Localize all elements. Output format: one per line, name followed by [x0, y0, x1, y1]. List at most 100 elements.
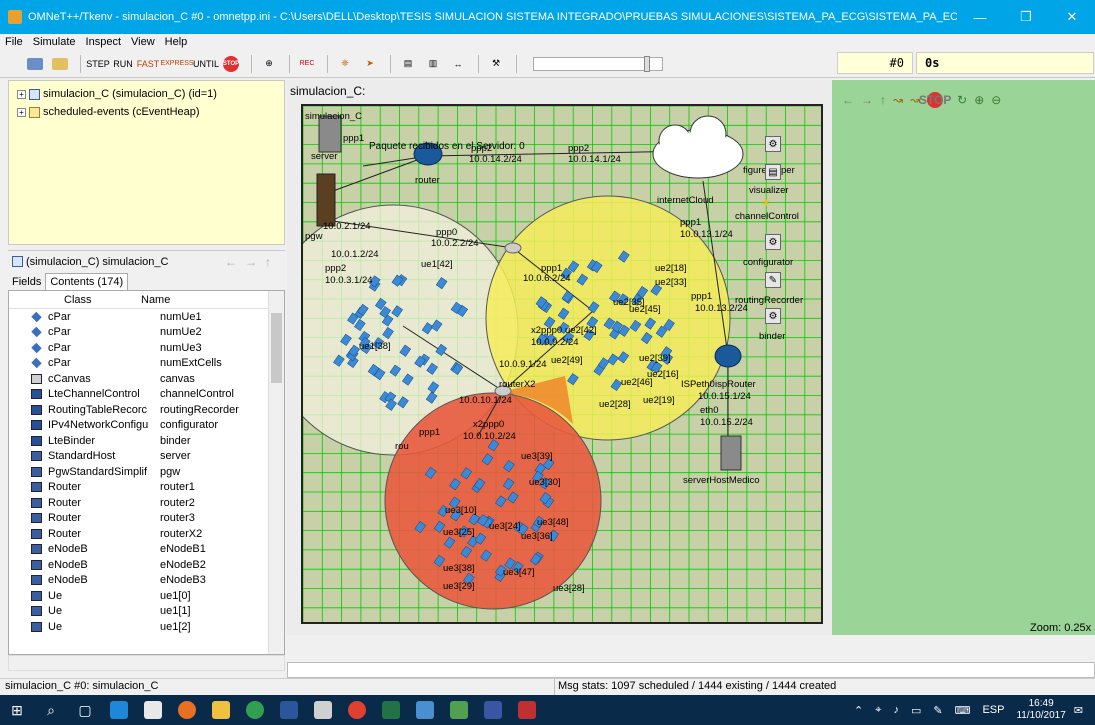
- record-button[interactable]: REC: [296, 54, 318, 74]
- app-2-icon[interactable]: [442, 695, 476, 725]
- slider-knob[interactable]: [644, 55, 650, 72]
- load-ned-button[interactable]: [49, 54, 71, 74]
- table-row[interactable]: RoutingTableRecorc routingRecorder: [9, 402, 284, 418]
- scroll-thumb[interactable]: [271, 313, 282, 383]
- timeline-button[interactable]: ↔: [447, 54, 469, 74]
- windows-start-icon[interactable]: ⊞: [0, 695, 34, 725]
- column-name[interactable]: Name: [141, 294, 170, 306]
- menu-inspect[interactable]: Inspect: [86, 36, 121, 48]
- store-icon[interactable]: [136, 695, 170, 725]
- table-row[interactable]: StandardHost server: [9, 449, 284, 465]
- run-button[interactable]: RUN: [112, 54, 134, 74]
- table-row[interactable]: PgwStandardSimplif pgw: [9, 464, 284, 480]
- visualizer-icon[interactable]: ▤: [765, 164, 781, 180]
- file-explorer-icon[interactable]: [204, 695, 238, 725]
- log-output[interactable]: [287, 662, 1095, 678]
- forward-icon[interactable]: →: [861, 93, 873, 107]
- isp-router-icon[interactable]: [714, 344, 742, 368]
- volume-icon[interactable]: ♪: [893, 704, 899, 716]
- tab-contents[interactable]: Contents (174): [45, 273, 129, 290]
- animation-speed-slider[interactable]: [533, 55, 663, 72]
- channel-control-icon[interactable]: ✶: [761, 197, 771, 209]
- table-row[interactable]: cCanvas canvas: [9, 371, 284, 387]
- until-button[interactable]: UNTIL: [193, 54, 219, 74]
- back-icon[interactable]: ←: [842, 93, 854, 107]
- tree-item[interactable]: + scheduled-events (cEventHeap): [17, 103, 284, 121]
- network-tray-icon[interactable]: ⌖: [875, 704, 881, 717]
- table-row[interactable]: cPar numExtCells: [9, 356, 284, 372]
- column-class[interactable]: Class: [64, 294, 141, 306]
- table-row[interactable]: cPar numUe3: [9, 340, 284, 356]
- table-row[interactable]: cPar numUe2: [9, 325, 284, 341]
- chrome-icon[interactable]: [238, 695, 272, 725]
- expand-icon[interactable]: +: [17, 89, 26, 99]
- table-row[interactable]: Router router3: [9, 511, 284, 527]
- network-view[interactable]: simulacion_C Paquete recibidos en el Ser…: [301, 104, 823, 624]
- stop-icon[interactable]: STOP: [919, 92, 951, 108]
- fast-button[interactable]: FAST: [137, 54, 160, 74]
- inspect-network-button[interactable]: ❈: [334, 54, 356, 74]
- configurator-icon[interactable]: ⚙: [765, 234, 781, 250]
- app-icon[interactable]: [408, 695, 442, 725]
- excel-icon[interactable]: [374, 695, 408, 725]
- pgw-icon[interactable]: [316, 173, 336, 227]
- menu-view[interactable]: View: [131, 36, 155, 48]
- pen-icon[interactable]: ✎: [933, 704, 942, 717]
- minimize-button[interactable]: —: [957, 10, 1003, 25]
- notifications-icon[interactable]: ✉: [1074, 704, 1083, 717]
- binder-icon[interactable]: ⚙: [765, 308, 781, 324]
- figure-helper-icon[interactable]: ⚙: [765, 136, 781, 152]
- app-3-icon[interactable]: [510, 695, 544, 725]
- up-icon[interactable]: ↑: [880, 93, 886, 107]
- medico-server-icon[interactable]: [720, 435, 742, 471]
- router1-icon[interactable]: [504, 242, 522, 254]
- inspect-messages-button[interactable]: ➤: [359, 54, 381, 74]
- table-row[interactable]: LteChannelControl channelControl: [9, 387, 284, 403]
- keyboard-icon[interactable]: ⌨: [955, 704, 971, 717]
- table-row[interactable]: Router router1: [9, 480, 284, 496]
- table-row[interactable]: Router routerX2: [9, 526, 284, 542]
- word-icon[interactable]: [272, 695, 306, 725]
- table-row[interactable]: eNodeB eNodeB1: [9, 542, 284, 558]
- horizontal-scrollbar[interactable]: [8, 655, 285, 671]
- menu-help[interactable]: Help: [165, 36, 188, 48]
- express-button[interactable]: EXPRESS: [160, 54, 193, 74]
- task-view-icon[interactable]: ▢: [68, 695, 102, 725]
- edge-icon[interactable]: [102, 695, 136, 725]
- onedrive-icon[interactable]: [306, 695, 340, 725]
- table-row[interactable]: eNodeB eNodeB3: [9, 573, 284, 589]
- step-icon[interactable]: ↝: [893, 93, 903, 107]
- find-button[interactable]: ⊕: [258, 54, 280, 74]
- table-row[interactable]: LteBinder binder: [9, 433, 284, 449]
- visio-icon[interactable]: [476, 695, 510, 725]
- layout-vertical-button[interactable]: ▥: [422, 54, 444, 74]
- table-row[interactable]: Ue ue1[1]: [9, 604, 284, 620]
- firefox-icon[interactable]: [170, 695, 204, 725]
- chrome-2-icon[interactable]: [340, 695, 374, 725]
- table-row[interactable]: Router router2: [9, 495, 284, 511]
- table-row[interactable]: IPv4NetworkConfigu configurator: [9, 418, 284, 434]
- battery-icon[interactable]: ▭: [911, 704, 921, 717]
- table-row[interactable]: Ue ue1[2]: [9, 619, 284, 635]
- routing-recorder-icon[interactable]: ✎: [765, 272, 781, 288]
- language-indicator[interactable]: ESP: [982, 704, 1004, 716]
- tree-item[interactable]: + simulacion_C (simulacion_C) (id=1): [17, 85, 284, 103]
- vertical-scrollbar[interactable]: [268, 291, 284, 654]
- options-button[interactable]: ⚒: [485, 54, 507, 74]
- tray-up-icon[interactable]: ⌃: [854, 704, 863, 717]
- stop-button[interactable]: STOP: [220, 54, 242, 74]
- tab-fields[interactable]: Fields: [8, 274, 45, 290]
- new-run-button[interactable]: [24, 54, 46, 74]
- table-row[interactable]: eNodeB eNodeB2: [9, 557, 284, 573]
- table-row[interactable]: cPar numUe1: [9, 309, 284, 325]
- zoom-out-icon[interactable]: ⊖: [991, 93, 1001, 107]
- close-button[interactable]: ✕: [1049, 9, 1095, 25]
- layout-horizontal-button[interactable]: ▤: [397, 54, 419, 74]
- search-icon[interactable]: ⌕: [34, 695, 68, 725]
- clock[interactable]: 16:49 11/10/2017: [1016, 698, 1065, 722]
- menu-file[interactable]: File: [5, 36, 23, 48]
- zoom-in-icon[interactable]: ⊕: [974, 93, 984, 107]
- inspector-nav-icons[interactable]: ←→↑: [225, 255, 279, 269]
- menu-simulate[interactable]: Simulate: [33, 36, 76, 48]
- table-row[interactable]: Ue ue1[0]: [9, 588, 284, 604]
